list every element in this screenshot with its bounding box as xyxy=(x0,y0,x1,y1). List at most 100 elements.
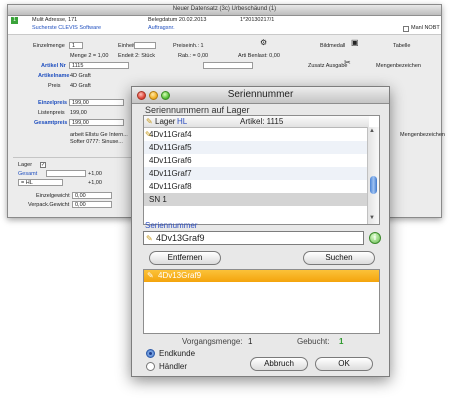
tabelle-label: Tabelle xyxy=(393,43,411,49)
listenpreis-label: Listenpreis xyxy=(38,110,65,116)
preis-value: 4D Graft xyxy=(70,83,91,89)
search-button[interactable]: Suchen xyxy=(303,251,375,265)
background-window-title: Neuer Datensatz (3c) Urbeschäund (1) xyxy=(172,6,277,12)
image-icon[interactable]: ▣ xyxy=(351,38,359,47)
calculator-icon[interactable]: ⚙ xyxy=(260,38,267,47)
background-titlebar: Neuer Datensatz (3c) Urbeschäund (1) xyxy=(8,5,441,16)
artikelname-label[interactable]: Artikelname xyxy=(38,73,70,79)
text-line-2: Softer 0777: Sinuse... xyxy=(70,139,123,145)
record-number-badge: 1 xyxy=(11,17,18,24)
gesamtpreis-label[interactable]: Gesamtpreis xyxy=(34,120,67,126)
not-checkbox[interactable] xyxy=(403,26,409,32)
serial-row[interactable]: 4Dv11Graf7 xyxy=(144,167,369,180)
zusatz-label: Zusatz Ausgabe xyxy=(308,63,348,69)
serial-row[interactable]: SN 1 xyxy=(144,193,369,206)
artikelnr-label[interactable]: Artikel Nr xyxy=(41,63,66,69)
serial-row-label: 4Dv11Graf8 xyxy=(149,182,192,191)
artikelnr-field[interactable]: 1115 xyxy=(69,62,129,69)
bildmedall-label: Bildmedall xyxy=(320,43,346,49)
vorgangsmenge-label: Vorgangsmenge: xyxy=(182,337,243,346)
customer-name: Sucherste CLEVIS Software xyxy=(32,25,102,31)
menge2-label: Menge 2 = 1,00 xyxy=(70,53,109,59)
artikel-extra-field[interactable] xyxy=(203,62,253,69)
info-icon[interactable]: i xyxy=(369,232,381,244)
lager-header-label: Lager xyxy=(155,117,176,126)
serial-row-label: 4Dv11Graf6 xyxy=(149,156,192,165)
selected-serial-label: 4Dv13Graf9 xyxy=(158,271,202,280)
serial-number-input-value: 4Dv13Graf9 xyxy=(156,233,205,243)
serials-scrollbar[interactable]: ▲ ▼ xyxy=(367,127,379,224)
serial-row[interactable]: 4Dv11Graf8 xyxy=(144,180,369,193)
order-number-label[interactable]: Auftragsnr. xyxy=(148,25,175,31)
serials-in-stock-list[interactable]: ✎ Lager HL Artikel: 1115 ✎ 4Dv11Graf4 4D… xyxy=(143,115,380,225)
einzelmenge-label: Einzelmenge xyxy=(33,43,65,49)
serial-row[interactable]: 4Dv11Graf5 xyxy=(144,141,369,154)
endkunde-label: Endkunde xyxy=(159,349,196,358)
serial-row[interactable]: 4Dv11Graf6 xyxy=(144,154,369,167)
serial-row[interactable]: ✎ 4Dv11Graf4 xyxy=(144,128,369,141)
listenpreis-value: 199,00 xyxy=(70,110,87,116)
gesamtpreis-field[interactable]: 199,00 xyxy=(69,119,124,126)
einheit-select[interactable] xyxy=(134,42,156,49)
cancel-button[interactable]: Abbruch xyxy=(250,357,308,371)
artikel-benlast-label: Arti Benlast: 0,00 xyxy=(238,53,280,59)
haendler-radio[interactable] xyxy=(146,362,155,371)
separator xyxy=(13,157,133,158)
remove-button[interactable]: Entfernen xyxy=(149,251,221,265)
artikelname-value: 4D Graft xyxy=(70,73,91,79)
scroll-down-icon[interactable]: ▼ xyxy=(369,215,375,221)
serial-row-label: 4Dv11Graf4 xyxy=(149,130,192,139)
pencil-icon: ✎ xyxy=(145,130,152,139)
einheit-label: Einheit xyxy=(118,43,135,49)
einzelmenge-field[interactable]: 1 xyxy=(69,42,83,49)
verpackgewicht-label: Verpack.Gewicht xyxy=(28,202,70,208)
einzelpreis-label[interactable]: Einzelpreis xyxy=(38,100,67,106)
dialog-title: Seriennummer xyxy=(227,89,294,100)
lager-header-value: HL xyxy=(177,117,188,126)
customer-address: Mulit Adresse, 171 xyxy=(32,17,78,23)
serial-field-label: Seriennummer xyxy=(145,221,198,230)
background-header: 1 Mulit Adresse, 171 Sucherste CLEVIS So… xyxy=(8,16,441,35)
gesamt-label: Gesamt xyxy=(18,171,38,177)
lager-checkbox[interactable]: ✓ xyxy=(40,162,46,168)
gesamt-value: +1,00 xyxy=(88,171,102,177)
preis-label: Preis xyxy=(48,83,61,89)
text-line-1: arbeit Ellstu Ge Intern... xyxy=(70,132,128,138)
not-label: Manl NOBT xyxy=(411,25,440,31)
serials-list-header: ✎ Lager HL Artikel: 1115 xyxy=(144,116,369,128)
einheit2-label: Endeit 2: Stück xyxy=(118,53,155,59)
serial-number-dialog: Seriennummer Seriennummern auf Lager ✎ L… xyxy=(131,86,390,377)
selected-serials-list[interactable]: ✎ 4Dv13Graf9 xyxy=(143,269,380,334)
hl-value: +1,00 xyxy=(88,180,102,186)
haendler-label: Händler xyxy=(159,362,188,371)
vorgangsmenge-value: 1 xyxy=(248,337,253,346)
hl-select[interactable]: = HL xyxy=(18,179,63,186)
pencil-icon: ✎ xyxy=(146,234,153,243)
endkunde-radio[interactable] xyxy=(146,349,155,358)
serial-number-input[interactable]: ✎ 4Dv13Graf9 xyxy=(143,231,364,245)
verpackgewicht-field[interactable]: 0,00 xyxy=(72,201,112,208)
scissors-icon[interactable]: ✂ xyxy=(344,58,351,67)
scroll-thumb[interactable] xyxy=(370,176,377,194)
einzelgewicht-field[interactable]: 0,00 xyxy=(72,192,112,199)
einzelgewicht-label: Einzelgewicht xyxy=(36,193,70,199)
rabatt-label: Rab.: = 0,00 xyxy=(178,53,209,59)
einzelpreis-field[interactable]: 199,00 xyxy=(69,99,124,106)
mengenbezeichen-top-label: Mengenbezeichen xyxy=(376,63,421,69)
artikel-header: Artikel: 1115 xyxy=(240,117,284,126)
preiseinheit-label: Preiseinh.: 1 xyxy=(173,43,204,49)
gesamt-field[interactable] xyxy=(46,170,86,177)
serial-row-label: 4Dv11Graf7 xyxy=(149,169,192,178)
serial-row-label: 4Dv11Graf5 xyxy=(149,143,192,152)
gebucht-label: Gebucht: xyxy=(297,337,330,346)
scroll-up-icon[interactable]: ▲ xyxy=(369,128,375,134)
serials-in-stock-label: Seriennummern auf Lager xyxy=(145,105,250,115)
gebucht-value: 1 xyxy=(339,337,344,346)
pencil-icon: ✎ xyxy=(146,117,153,126)
lager-label: Lager xyxy=(18,162,33,168)
serial-row-label: SN 1 xyxy=(149,195,167,204)
ok-button[interactable]: OK xyxy=(315,357,373,371)
document-number: 1*20130217/1 xyxy=(240,17,275,23)
dialog-titlebar: Seriennummer xyxy=(132,87,389,104)
selected-serial-row[interactable]: ✎ 4Dv13Graf9 xyxy=(144,270,379,282)
